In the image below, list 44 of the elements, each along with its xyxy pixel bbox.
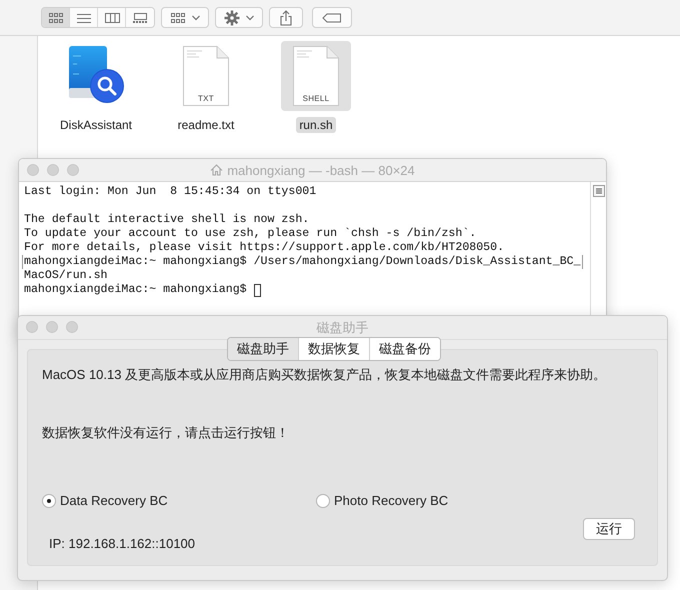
radio-option[interactable]: Data Recovery BC — [42, 493, 316, 508]
run-button[interactable]: 运行 — [583, 518, 635, 540]
file-type-label: TXT — [196, 94, 215, 103]
file-name[interactable]: DiskAssistant — [56, 117, 136, 133]
cursor — [254, 284, 261, 296]
window-title: mahongxiang — -bash — 80×24 — [227, 162, 415, 178]
view-mode-button[interactable] — [70, 8, 98, 27]
caret-icon — [246, 14, 254, 20]
terminal-line: Last login: Mon Jun 8 15:45:34 on ttys001 — [24, 185, 316, 199]
caret-icon — [192, 14, 200, 20]
gallery-view-icon — [132, 10, 148, 24]
terminal-line: mahongxiangdeiMac:~ mahongxiang$ /Users/mahongxiang/Downloads/Disk_Assistant_BC_ — [22, 255, 583, 269]
terminal-line: To update your account to use zsh, please run `chsh -s /bin/zsh`. — [24, 227, 476, 241]
terminal-line: mahongxiangdeiMac:~ mahongxiang$ — [24, 283, 248, 297]
view-mode-button[interactable] — [126, 8, 154, 27]
radio-option[interactable]: Photo Recovery BC — [316, 493, 590, 508]
settings-icon — [224, 10, 240, 26]
split-pane-icon[interactable] — [592, 185, 604, 197]
terminal-line: MacOS/run.sh — [24, 269, 108, 283]
share-icon — [279, 10, 293, 26]
radio-button[interactable] — [316, 494, 330, 508]
file-name[interactable]: run.sh — [296, 117, 336, 133]
column-view-icon — [104, 10, 120, 24]
tag-button[interactable] — [312, 7, 352, 28]
home-icon — [210, 164, 224, 176]
tag-icon — [322, 12, 342, 22]
view-mode-button[interactable] — [98, 8, 126, 27]
file-type-label: SHELL — [302, 94, 330, 103]
window-title: 磁盘助手 — [316, 318, 368, 336]
tab[interactable]: 磁盘助手 — [228, 338, 299, 360]
status-text: 数据恢复软件没有运行，请点击运行按钮！ — [42, 424, 290, 442]
view-mode-button[interactable] — [42, 8, 70, 27]
terminal-line: The default interactive shell is now zsh. — [24, 213, 310, 227]
ip-address-text: IP: 192.168.1.162::10100 — [49, 536, 196, 551]
grid-icon — [170, 10, 186, 24]
view-switcher[interactable] — [41, 7, 155, 28]
terminal-line: For more details, please visit https://support.apple.com/kb/HT208050. — [24, 241, 504, 255]
action-button[interactable] — [215, 7, 263, 28]
icon-view-icon — [48, 10, 64, 24]
message-text: MacOS 10.13 及更高版本或从应用商店购买数据恢复产品，恢复本地磁盘文件需要此程序来协助。 — [42, 366, 608, 384]
radio-button[interactable] — [42, 494, 56, 508]
arrange-button[interactable] — [161, 7, 209, 28]
share-button[interactable] — [269, 7, 303, 28]
file-name[interactable]: readme.txt — [174, 117, 238, 133]
